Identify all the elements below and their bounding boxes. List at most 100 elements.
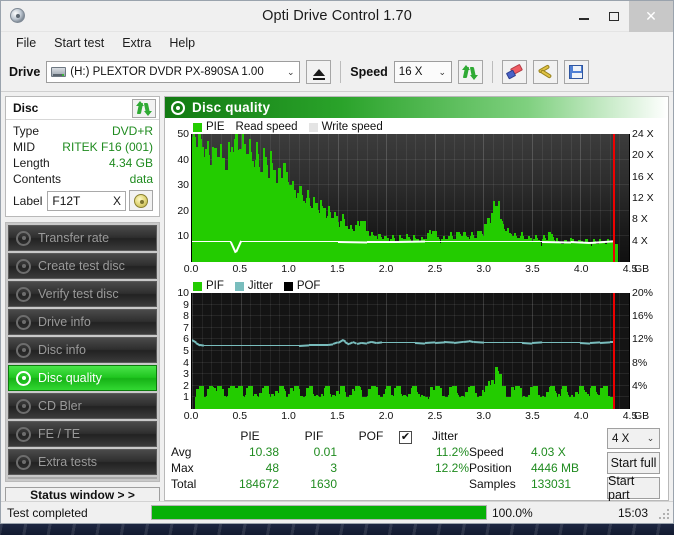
legend-entry-jitter: Jitter	[234, 280, 273, 292]
disc-panel-title: Disc	[13, 101, 39, 115]
stats-total-pif: 1630	[310, 477, 337, 491]
sidebar-item-cd-bler[interactable]: CD Bler	[8, 393, 157, 419]
pie-chart-legend: PIE Read speed Write speed	[167, 120, 664, 134]
toolbar-divider-1	[340, 61, 342, 83]
error-stats-table: PIE PIF POF ✔ Jitter Avg 10.38 0.01 11.2…	[171, 428, 469, 500]
disc-label-caption: Label	[13, 193, 43, 208]
test-speed-select[interactable]: 4 X ⌄	[607, 428, 660, 449]
refresh-button[interactable]	[457, 60, 483, 84]
progress-percent: 100.0%	[492, 505, 533, 520]
sidebar-item-drive-info[interactable]: Drive info	[8, 309, 157, 335]
disc-test-icon	[16, 398, 31, 414]
sidebar-item-label: Drive info	[38, 315, 91, 329]
pie-plot-area	[191, 134, 630, 262]
disc-type-label: Type	[13, 124, 40, 138]
disc-label-input[interactable]: F12T X	[47, 190, 126, 211]
disc-properties: Type DVD+R MID RITEK F16 (001) Length 4.…	[6, 120, 159, 216]
disc-type-value: DVD+R	[111, 124, 153, 138]
pie-chart-ytick: 10	[177, 230, 189, 243]
legend-entry-pof: POF	[283, 280, 320, 292]
sidebar-item-extra-tests[interactable]: Extra tests	[8, 449, 157, 475]
pie-chart-xtick: 1.5	[330, 263, 345, 275]
disc-quality-icon	[16, 370, 31, 386]
menu-item-help[interactable]: Help	[160, 34, 204, 52]
stats-avg-spacer	[399, 444, 419, 460]
maximize-button[interactable]	[599, 1, 629, 32]
stats-avg-pif: 0.01	[313, 445, 337, 459]
sidebar-item-disc-info[interactable]: Disc info	[8, 337, 157, 363]
jitter-checkbox[interactable]: ✔	[399, 431, 412, 444]
close-button[interactable]: ✕	[629, 0, 673, 32]
save-button[interactable]	[563, 60, 589, 84]
drive-select[interactable]: (H:) PLEXTOR DVDR PX-890SA 1.00 ⌄	[46, 61, 301, 83]
stats-header-pif: PIF	[304, 429, 324, 443]
speed-readout-label: Speed	[469, 445, 504, 459]
pie-x-axis: 0.0 0.5 1.0 1.5 2.0 2.5 3.0 3.5 4.0 4.5 GB	[184, 262, 649, 277]
pif-jitter-chart-ytick: 7	[183, 321, 189, 334]
disc-label-button[interactable]	[129, 190, 153, 211]
stats-max-pif: 3	[330, 461, 337, 475]
pie-chart-end-marker	[613, 134, 615, 262]
disc-panel-header: Disc	[6, 97, 159, 120]
sidebar-item-transfer-rate[interactable]: Transfer rate	[8, 225, 157, 251]
menu-item-extra[interactable]: Extra	[113, 34, 160, 52]
legend-label-write-speed: Write speed	[321, 121, 383, 133]
pie-chart-y2tick: 24 X	[632, 128, 654, 140]
menu-item-start-test[interactable]: Start test	[45, 34, 113, 52]
pif-jitter-chart-xtick: 0.0	[183, 410, 199, 422]
minimize-icon	[579, 18, 589, 20]
disc-label-clear[interactable]: X	[113, 194, 121, 208]
statistics-panel: PIE PIF POF ✔ Jitter Avg 10.38 0.01 11.2…	[165, 424, 668, 502]
nav-filler	[8, 477, 157, 479]
disc-label-value: F12T	[52, 193, 81, 208]
legend-entry-write-speed: Write speed	[308, 121, 383, 133]
stats-max-jitter: 12.2%	[434, 461, 469, 475]
pif-jitter-chart-y2tick: 16%	[632, 310, 654, 323]
pif-jitter-chart-xlabel: GB	[634, 410, 650, 422]
optical-drive-icon	[51, 66, 67, 79]
pif-jitter-chart-xtick: 3.5	[525, 410, 540, 422]
position-readout-value: 4446 MB	[531, 461, 580, 475]
position-readout: Position 4446 MB	[469, 460, 607, 476]
stats-total-pof	[343, 476, 399, 492]
speed-select[interactable]: 16 X ⌄	[393, 61, 452, 83]
disc-quality-icon	[171, 100, 185, 115]
pie-chart-ytick: 50	[177, 128, 189, 140]
start-part-button[interactable]: Start part	[607, 474, 660, 502]
tools-icon	[537, 63, 553, 80]
disc-contents-label: Contents	[13, 172, 62, 186]
pif-plot-row: 1 2 3 4 5 6 7 8 9 10 4% 8% 12% 16% 20%	[167, 287, 664, 409]
eject-button[interactable]	[306, 60, 332, 84]
stats-row-label-avg: Avg	[171, 445, 192, 459]
pif-jitter-chart-y2tick: 4%	[632, 379, 648, 392]
disc-icon	[134, 193, 148, 208]
start-full-button[interactable]: Start full	[607, 452, 660, 474]
minimize-button[interactable]	[569, 1, 599, 32]
erase-button[interactable]	[501, 60, 527, 84]
pif-jitter-chart-ytick: 1	[183, 391, 189, 404]
resize-grip-icon[interactable]	[656, 506, 670, 520]
disc-row-type: Type DVD+R	[13, 124, 153, 139]
sidebar-item-fe-te[interactable]: FE / TE	[8, 421, 157, 447]
sidebar-item-disc-quality[interactable]: Disc quality	[8, 365, 157, 391]
pie-chart-xtick: 3.5	[525, 263, 540, 275]
menu-item-file[interactable]: File	[7, 34, 45, 52]
legend-label-pif: PIF	[206, 280, 224, 292]
pie-chart-xtick: 0.5	[232, 263, 248, 275]
status-message: Test completed	[7, 505, 88, 520]
sidebar-item-verify-test-disc[interactable]: Verify test disc	[8, 281, 157, 307]
pif-jitter-chart-xtick: 2.0	[378, 410, 394, 422]
speed-readout-value: 4.03 X	[531, 445, 566, 459]
pif-jitter-chart-xtick: 2.5	[427, 410, 443, 422]
sidebar-item-create-test-disc[interactable]: Create test disc	[8, 253, 157, 279]
legend-entry-pif: PIF	[193, 280, 224, 292]
pif-jitter-chart-ytick: 5	[183, 345, 189, 357]
pie-chart-y2tick: 8 X	[632, 213, 648, 226]
tools-button[interactable]	[532, 60, 558, 84]
eraser-icon	[505, 63, 523, 80]
disc-refresh-button[interactable]	[132, 98, 156, 118]
pif-jitter-chart-ytick: 10	[177, 287, 189, 299]
disc-length-label: Length	[13, 156, 50, 170]
pif-jitter-chart-ytick: 6	[183, 333, 189, 346]
elapsed-time: 15:03	[617, 505, 648, 520]
